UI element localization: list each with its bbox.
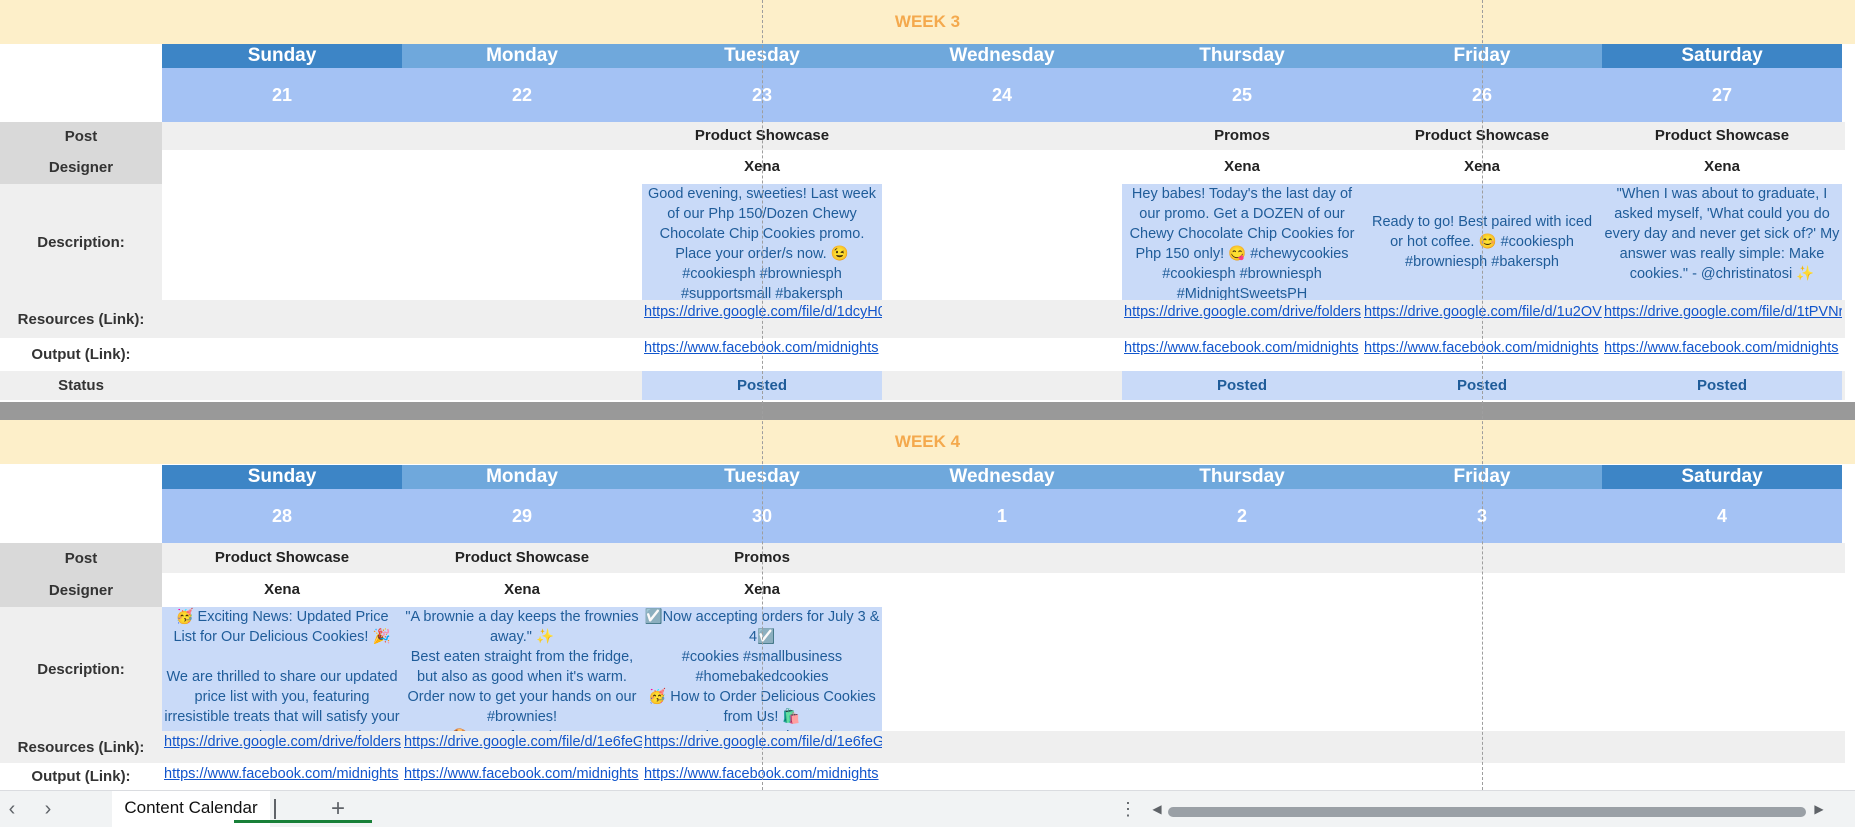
week-3-banner[interactable]: WEEK 3	[0, 0, 1855, 44]
description-cell[interactable]: 🥳 Exciting News: Updated Price List for …	[162, 607, 402, 731]
row-label-resources: Resources (Link):	[0, 300, 162, 338]
week-3-title: WEEK 3	[894, 12, 961, 31]
day-header-monday[interactable]: Monday	[402, 44, 642, 68]
output-link[interactable]: https://www.facebook.com/midnights	[1122, 338, 1362, 358]
row-label-designer: Designer	[0, 573, 162, 607]
date-cell[interactable]: 27	[1602, 68, 1842, 122]
freeze-guide	[1482, 0, 1483, 790]
date-cell[interactable]: 1	[882, 489, 1122, 543]
status-badge[interactable]: Posted	[1122, 371, 1362, 400]
tab-divider	[274, 799, 276, 819]
sheet-tab-content-calendar[interactable]: Content Calendar	[112, 791, 372, 827]
status-badge[interactable]: Posted	[1602, 371, 1842, 400]
date-cell[interactable]: 2	[1122, 489, 1362, 543]
chevron-right-icon[interactable]: ›	[36, 791, 60, 827]
date-cell[interactable]: 28	[162, 489, 402, 543]
day-header-sunday[interactable]: Sunday	[162, 465, 402, 489]
date-cell[interactable]: 24	[882, 68, 1122, 122]
week-4-day-headers: Sunday Monday Tuesday Wednesday Thursday…	[162, 465, 1842, 489]
week-4-banner[interactable]: WEEK 4	[0, 420, 1855, 464]
chevron-left-icon[interactable]: ‹	[0, 791, 24, 827]
resource-link[interactable]: https://drive.google.com/file/d/1tPVNr	[1602, 300, 1842, 324]
description-cell[interactable]: "When I was about to graduate, I asked m…	[1602, 184, 1842, 300]
plus-icon[interactable]: +	[324, 791, 352, 827]
designer-cell[interactable]: Xena	[162, 573, 402, 607]
row-label-designer: Designer	[0, 150, 162, 184]
day-header-wednesday[interactable]: Wednesday	[882, 465, 1122, 489]
more-vert-icon[interactable]: ⋮	[1118, 791, 1138, 827]
sheet-tab-label: Content Calendar	[124, 798, 258, 817]
row-label-description: Description:	[0, 607, 162, 731]
date-cell[interactable]: 21	[162, 68, 402, 122]
week-3-dates: 21 22 23 24 25 26 27	[162, 68, 1842, 122]
row-label-status: Status	[0, 371, 162, 400]
row-label-resources: Resources (Link):	[0, 731, 162, 763]
row-label-post: Post	[0, 543, 162, 573]
output-link[interactable]: https://www.facebook.com/midnights	[402, 763, 642, 785]
post-type-cell[interactable]: Product Showcase	[402, 543, 642, 573]
description-cell[interactable]: Hey babes! Today's the last day of our p…	[1122, 184, 1362, 300]
date-cell[interactable]: 4	[1602, 489, 1842, 543]
designer-cell[interactable]: Xena	[402, 573, 642, 607]
row-label-output: Output (Link):	[31, 768, 131, 785]
week-separator	[0, 402, 1855, 420]
resource-link[interactable]: https://drive.google.com/file/d/1e6feG	[402, 731, 642, 753]
resource-link[interactable]: https://drive.google.com/drive/folders	[162, 731, 402, 753]
post-type-cell[interactable]: Product Showcase	[162, 543, 402, 573]
output-link[interactable]: https://www.facebook.com/midnights	[162, 763, 402, 785]
date-cell[interactable]: 25	[1122, 68, 1362, 122]
post-type-cell[interactable]: Product Showcase	[1602, 122, 1842, 150]
description-cell[interactable]: "A brownie a day keeps the frownies away…	[402, 607, 642, 731]
date-cell[interactable]: 29	[402, 489, 642, 543]
day-header-sunday[interactable]: Sunday	[162, 44, 402, 68]
day-header-saturday[interactable]: Saturday	[1602, 44, 1842, 68]
scroll-right-icon[interactable]: ▶	[1810, 791, 1828, 827]
scroll-left-icon[interactable]: ◀	[1148, 791, 1166, 827]
designer-cell[interactable]: Xena	[1602, 150, 1842, 184]
row-label-post: Post	[0, 122, 162, 150]
resource-link[interactable]: https://drive.google.com/drive/folders	[1122, 300, 1362, 324]
freeze-guide	[762, 0, 763, 790]
output-link[interactable]: https://www.facebook.com/midnights	[1602, 338, 1842, 358]
row-label-description: Description:	[0, 184, 162, 300]
day-header-saturday[interactable]: Saturday	[1602, 465, 1842, 489]
post-type-cell[interactable]: Promos	[1122, 122, 1362, 150]
day-header-wednesday[interactable]: Wednesday	[882, 44, 1122, 68]
row-label-output: Output (Link):	[31, 346, 131, 363]
day-header-thursday[interactable]: Thursday	[1122, 44, 1362, 68]
designer-cell[interactable]: Xena	[1122, 150, 1362, 184]
date-cell[interactable]: 22	[402, 68, 642, 122]
spreadsheet-grid[interactable]: WEEK 3 Sunday Monday Tuesday Wednesday T…	[0, 0, 1855, 790]
week-4-title: WEEK 4	[894, 432, 961, 451]
week-4-dates: 28 29 30 1 2 3 4	[162, 489, 1842, 543]
day-header-thursday[interactable]: Thursday	[1122, 465, 1362, 489]
horizontal-scrollbar[interactable]	[1168, 807, 1806, 817]
week-3-day-headers: Sunday Monday Tuesday Wednesday Thursday…	[162, 44, 1842, 68]
day-header-monday[interactable]: Monday	[402, 465, 642, 489]
